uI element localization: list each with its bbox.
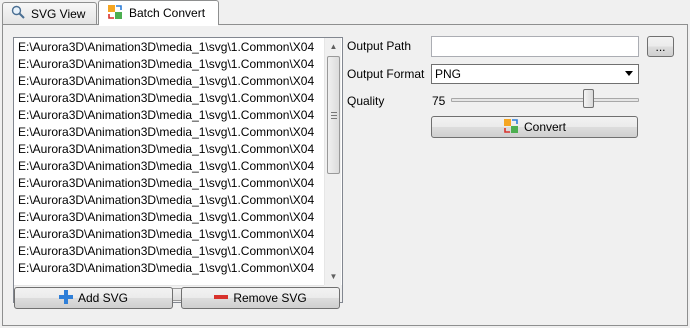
convert-icon <box>107 4 123 23</box>
svg-file-list-items: E:\Aurora3D\Animation3D\media_1\svg\1.Co… <box>14 39 323 286</box>
list-item[interactable]: E:\Aurora3D\Animation3D\media_1\svg\1.Co… <box>14 141 323 158</box>
list-item[interactable]: E:\Aurora3D\Animation3D\media_1\svg\1.Co… <box>14 175 323 192</box>
tab-batch-convert[interactable]: Batch Convert <box>98 0 219 25</box>
output-format-select[interactable]: PNG <box>431 64 639 84</box>
add-svg-button[interactable]: Add SVG <box>14 287 173 309</box>
quality-value: 75 <box>432 94 446 108</box>
quality-label: Quality <box>347 94 385 108</box>
vertical-scrollbar[interactable]: ▲ ▼ <box>324 38 341 285</box>
browse-button[interactable]: ... <box>647 36 674 57</box>
scroll-up-arrow-icon[interactable]: ▲ <box>325 38 342 55</box>
remove-svg-label: Remove SVG <box>233 291 307 305</box>
chevron-down-icon <box>625 71 633 76</box>
output-path-label: Output Path <box>347 39 412 53</box>
output-path-input[interactable] <box>431 36 639 57</box>
list-item[interactable]: E:\Aurora3D\Animation3D\media_1\svg\1.Co… <box>14 56 323 73</box>
list-item[interactable]: E:\Aurora3D\Animation3D\media_1\svg\1.Co… <box>14 90 323 107</box>
tab-bar: SVG View Batch Convert <box>0 0 690 25</box>
list-item[interactable]: E:\Aurora3D\Animation3D\media_1\svg\1.Co… <box>14 260 323 277</box>
list-item[interactable]: E:\Aurora3D\Animation3D\media_1\svg\1.Co… <box>14 39 323 56</box>
vertical-scroll-thumb[interactable] <box>327 56 340 174</box>
plus-icon <box>58 289 73 307</box>
convert-button[interactable]: Convert <box>431 116 638 138</box>
list-item[interactable]: E:\Aurora3D\Animation3D\media_1\svg\1.Co… <box>14 226 323 243</box>
list-item[interactable]: E:\Aurora3D\Animation3D\media_1\svg\1.Co… <box>14 124 323 141</box>
tab-svg-view-label: SVG View <box>31 6 86 21</box>
list-item[interactable]: E:\Aurora3D\Animation3D\media_1\svg\1.Co… <box>14 209 323 226</box>
list-item[interactable]: E:\Aurora3D\Animation3D\media_1\svg\1.Co… <box>14 73 323 90</box>
convert-label: Convert <box>523 120 567 134</box>
magnifier-icon <box>11 5 25 22</box>
minus-icon <box>214 290 229 307</box>
quality-slider-track[interactable] <box>451 98 639 102</box>
list-item[interactable]: E:\Aurora3D\Animation3D\media_1\svg\1.Co… <box>14 243 323 260</box>
batch-convert-panel: E:\Aurora3D\Animation3D\media_1\svg\1.Co… <box>2 24 688 326</box>
list-item[interactable]: E:\Aurora3D\Animation3D\media_1\svg\1.Co… <box>14 107 323 124</box>
output-format-label: Output Format <box>347 67 425 81</box>
remove-svg-button[interactable]: Remove SVG <box>181 287 340 309</box>
tab-batch-convert-label: Batch Convert <box>129 6 206 20</box>
add-svg-label: Add SVG <box>77 291 129 305</box>
output-format-value: PNG <box>435 67 462 81</box>
list-item[interactable]: E:\Aurora3D\Animation3D\media_1\svg\1.Co… <box>14 192 323 209</box>
batch-convert-window: SVG View Batch Convert E:\Aurora3D\Anima… <box>0 0 690 328</box>
convert-icon <box>503 118 519 137</box>
svg-file-list[interactable]: E:\Aurora3D\Animation3D\media_1\svg\1.Co… <box>13 37 343 303</box>
quality-slider-thumb[interactable] <box>583 89 594 108</box>
tab-svg-view[interactable]: SVG View <box>2 2 97 24</box>
scroll-down-arrow-icon[interactable]: ▼ <box>325 268 342 285</box>
list-item[interactable]: E:\Aurora3D\Animation3D\media_1\svg\1.Co… <box>14 158 323 175</box>
